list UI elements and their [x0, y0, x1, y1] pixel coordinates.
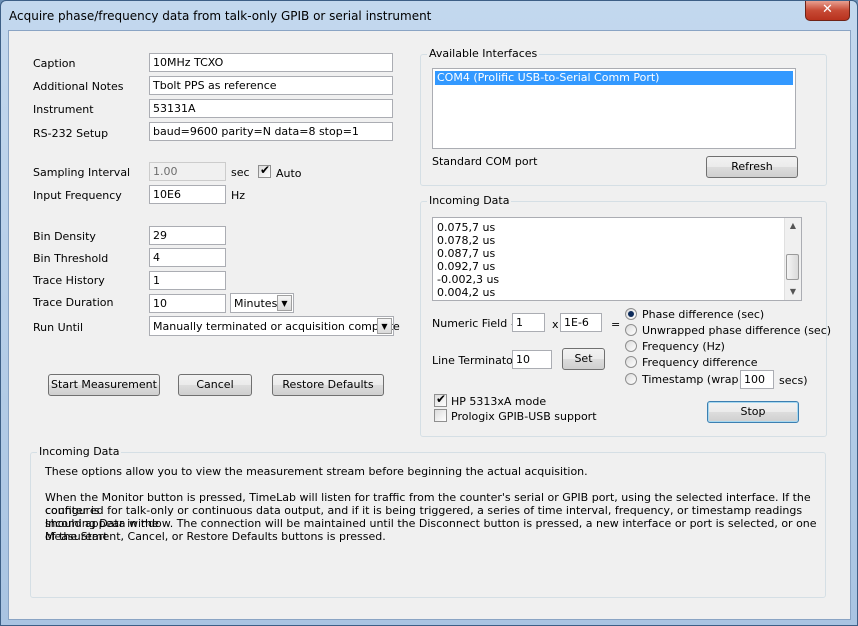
- input-frequency-label: Input Frequency: [33, 189, 122, 202]
- line-terminator-label: Line Terminator: [432, 354, 518, 367]
- hp-mode-checkbox[interactable]: ✔: [434, 392, 447, 407]
- radio-timestamp[interactable]: [625, 373, 637, 385]
- instrument-label: Instrument: [33, 103, 94, 116]
- wrap-unit-label: secs): [779, 374, 808, 387]
- data-line: 0.078,2 us: [437, 234, 496, 247]
- restore-defaults-button[interactable]: Restore Defaults: [272, 374, 384, 396]
- numeric-field-input[interactable]: 1: [512, 313, 545, 332]
- scroll-thumb[interactable]: [786, 254, 799, 280]
- numeric-field-label: Numeric Field #: [432, 317, 520, 330]
- equals-label: =: [611, 318, 621, 331]
- checkmark-icon: ✔: [436, 392, 447, 406]
- bin-density-label: Bin Density: [33, 230, 96, 243]
- cancel-button[interactable]: Cancel: [178, 374, 252, 396]
- window-title: Acquire phase/frequency data from talk-o…: [9, 9, 432, 23]
- radio-frequency-difference[interactable]: [625, 356, 637, 368]
- radio-unwrapped-phase[interactable]: [625, 324, 637, 336]
- bin-threshold-label: Bin Threshold: [33, 252, 109, 265]
- radio-unwrapped-phase-label[interactable]: Unwrapped phase difference (sec): [642, 324, 831, 337]
- run-until-label: Run Until: [33, 321, 84, 334]
- bin-threshold-field[interactable]: 4: [149, 248, 226, 267]
- data-line: 0.087,7 us: [437, 247, 496, 260]
- close-button[interactable]: ✕: [805, 1, 850, 21]
- instrument-field[interactable]: 53131A: [149, 99, 393, 118]
- interface-item-com4[interactable]: COM4 (Prolific USB-to-Serial Comm Port): [435, 71, 793, 85]
- data-line: 0.092,7 us: [437, 260, 496, 273]
- trace-duration-label: Trace Duration: [33, 296, 114, 309]
- available-interfaces-group: Available Interfaces COM4 (Prolific USB-…: [420, 47, 827, 186]
- title-bar[interactable]: Acquire phase/frequency data from talk-o…: [1, 1, 857, 31]
- prologix-checkbox[interactable]: [434, 409, 447, 422]
- checkmark-icon: ✔: [260, 163, 271, 177]
- data-line: 0.075,7 us: [437, 221, 496, 234]
- incoming-data-scrollbar[interactable]: ▲ ▼: [784, 218, 801, 300]
- radio-frequency-label[interactable]: Frequency (Hz): [642, 340, 725, 353]
- trace-duration-unit-select[interactable]: Minutes ▼: [230, 293, 294, 313]
- run-until-select[interactable]: Manually terminated or acquisition compl…: [149, 316, 400, 336]
- hp-mode-label: HP 5313xA mode: [451, 395, 547, 408]
- radio-dot-icon: [628, 311, 634, 317]
- stop-button[interactable]: Stop: [707, 401, 799, 423]
- caption-label: Caption: [33, 57, 76, 70]
- chevron-down-icon[interactable]: ▼: [277, 295, 292, 311]
- radio-frequency[interactable]: [625, 340, 637, 352]
- trace-history-label: Trace History: [33, 274, 105, 287]
- data-line: -0.002,3 us: [437, 273, 500, 286]
- radio-phase-difference-label[interactable]: Phase difference (sec): [642, 308, 764, 321]
- chevron-down-icon[interactable]: ▼: [377, 318, 392, 334]
- sampling-interval-field[interactable]: 1.00: [149, 162, 226, 181]
- radio-phase-difference[interactable]: [625, 308, 637, 320]
- trace-history-field[interactable]: 1: [149, 271, 226, 290]
- rs232-field[interactable]: baud=9600 parity=N data=8 stop=1: [149, 122, 393, 141]
- run-until-value: Manually terminated or acquisition compl…: [153, 320, 400, 333]
- scroll-down-icon[interactable]: ▼: [785, 284, 801, 300]
- trace-duration-unit-value: Minutes: [234, 297, 278, 310]
- start-measurement-button[interactable]: Start Measurement: [48, 374, 160, 396]
- multiply-label: x: [552, 318, 559, 331]
- scroll-up-icon[interactable]: ▲: [785, 218, 801, 234]
- set-button[interactable]: Set: [562, 348, 605, 370]
- notes-label: Additional Notes: [33, 80, 124, 93]
- interfaces-list[interactable]: COM4 (Prolific USB-to-Serial Comm Port): [432, 68, 796, 149]
- prologix-label: Prologix GPIB-USB support: [451, 410, 597, 423]
- auto-checkbox[interactable]: ✔: [258, 163, 271, 178]
- input-frequency-field[interactable]: 10E6: [149, 185, 226, 204]
- interface-description: Standard COM port: [432, 155, 538, 168]
- bin-density-field[interactable]: 29: [149, 226, 226, 245]
- available-interfaces-title: Available Interfaces: [427, 47, 540, 60]
- line-terminator-input[interactable]: 10: [512, 350, 552, 369]
- incoming-data-group: Incoming Data 0.075,7 us 0.078,2 us 0.08…: [420, 194, 831, 437]
- caption-field[interactable]: 10MHz TCXO: [149, 53, 393, 72]
- notes-field[interactable]: Tbolt PPS as reference: [149, 76, 393, 95]
- help-group: Incoming Data These options allow you to…: [30, 445, 826, 598]
- sampling-unit: sec: [231, 166, 250, 179]
- multiplier-input[interactable]: 1E-6: [560, 313, 602, 332]
- incoming-data-title: Incoming Data: [427, 194, 512, 207]
- sampling-interval-label: Sampling Interval: [33, 166, 131, 179]
- refresh-button[interactable]: Refresh: [706, 156, 798, 178]
- data-line: 0.004,2 us: [437, 286, 496, 299]
- input-frequency-unit: Hz: [231, 189, 246, 202]
- trace-duration-field[interactable]: 10: [149, 294, 226, 313]
- radio-timestamp-label[interactable]: Timestamp (wrap at: [642, 373, 753, 386]
- incoming-data-list[interactable]: 0.075,7 us 0.078,2 us 0.087,7 us 0.092,7…: [432, 217, 802, 301]
- radio-frequency-difference-label[interactable]: Frequency difference: [642, 356, 758, 369]
- wrap-seconds-input[interactable]: 100: [740, 370, 774, 389]
- dialog-window: Acquire phase/frequency data from talk-o…: [0, 0, 858, 626]
- auto-label: Auto: [276, 167, 302, 180]
- help-group-title: Incoming Data: [37, 445, 122, 458]
- help-intro-text: These options allow you to view the meas…: [45, 465, 588, 478]
- rs232-label: RS-232 Setup: [33, 127, 109, 140]
- dialog-client-area: Caption 10MHz TCXO Additional Notes Tbol…: [8, 30, 851, 620]
- help-line: Measurement, Cancel, or Restore Defaults…: [45, 530, 386, 543]
